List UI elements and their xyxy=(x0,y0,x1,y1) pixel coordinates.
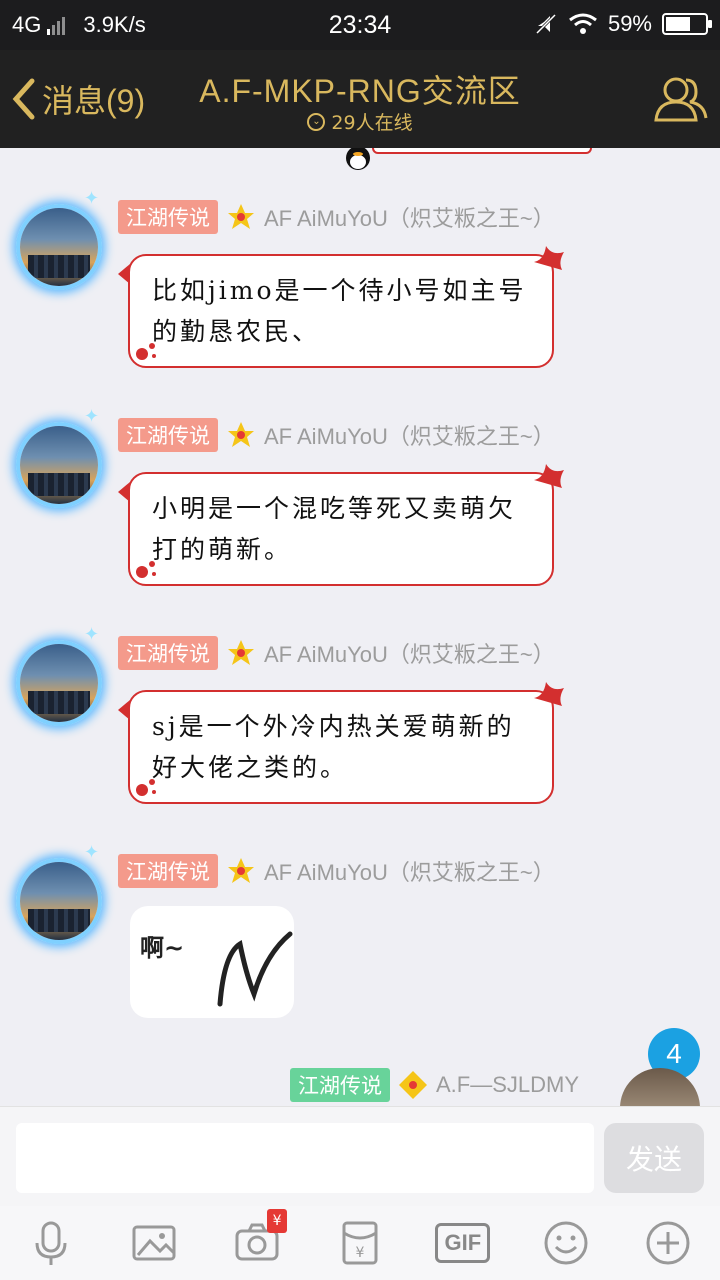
avatar[interactable] xyxy=(16,858,102,944)
avatar[interactable] xyxy=(16,204,102,290)
online-count[interactable]: ⌄ 29人在线 xyxy=(0,108,720,135)
star-icon xyxy=(228,204,254,229)
red-packet-button[interactable]: ¥ xyxy=(334,1217,386,1269)
sender-name[interactable]: AF AiMuYoU（炽艾粄之王~） xyxy=(264,419,555,451)
red-packet-icon: ¥ xyxy=(342,1221,378,1265)
message-text: 小明是一个混吃等死又卖萌欠打的萌新。 xyxy=(152,494,517,564)
self-sender-meta: 江湖传说 A.F—SJLDMY xyxy=(290,1068,579,1102)
sender-name[interactable]: AF AiMuYoU（炽艾粄之王~） xyxy=(264,201,555,233)
image-icon xyxy=(132,1225,176,1261)
status-bar: 4G 3.9K/s 23:34 59% xyxy=(0,0,720,50)
message-bubble[interactable]: 比如jimo是一个待小号如主号的勤恳农民、 xyxy=(118,246,564,368)
star-icon xyxy=(228,422,254,447)
group-title[interactable]: A.F-MKP-RNG交流区 xyxy=(0,66,720,112)
sparkle-icon: ✦ xyxy=(84,624,100,645)
penguin-icon xyxy=(346,148,370,170)
diamond-icon xyxy=(399,1071,427,1099)
flame-icon xyxy=(534,246,564,270)
avatar[interactable] xyxy=(16,640,102,726)
camera-button[interactable]: ¥ xyxy=(231,1209,288,1269)
title-badge: 江湖传说 xyxy=(118,418,218,452)
sender-meta: 江湖传说 AF AiMuYoU（炽艾粄之王~） xyxy=(118,418,555,452)
splash-icon xyxy=(136,779,156,796)
title-badge: 江湖传说 xyxy=(118,636,218,670)
sender-name[interactable]: AF AiMuYoU（炽艾粄之王~） xyxy=(264,637,555,669)
input-toolbar: ¥ ¥ GIF xyxy=(0,1206,720,1280)
mic-icon xyxy=(35,1221,67,1265)
emoji-button[interactable] xyxy=(540,1217,592,1269)
chat-header: 消息(9) A.F-MKP-RNG交流区 ⌄ 29人在线 xyxy=(0,50,720,148)
sticker-image xyxy=(217,931,293,1007)
title-badge: 江湖传说 xyxy=(118,854,218,888)
self-sender-name[interactable]: A.F—SJLDMY xyxy=(436,1072,579,1098)
sender-meta: 江湖传说 AF AiMuYoU（炽艾粄之王~） xyxy=(118,636,555,670)
group-members-icon[interactable] xyxy=(650,68,710,128)
emoji-icon xyxy=(544,1221,588,1265)
photo-button[interactable] xyxy=(128,1217,180,1269)
message-list[interactable]: ✦ 江湖传说 AF AiMuYoU（炽艾粄之王~） 比如jimo是一个待小号如主… xyxy=(0,148,720,1106)
splash-icon xyxy=(136,343,156,360)
title-badge: 江湖传说 xyxy=(118,200,218,234)
gif-icon: GIF xyxy=(435,1223,491,1263)
status-right: 59% xyxy=(534,11,712,37)
mute-icon xyxy=(535,13,557,35)
battery-percent: 59% xyxy=(607,11,652,36)
splash-icon xyxy=(136,561,156,578)
title-badge: 江湖传说 xyxy=(290,1068,390,1102)
gif-button[interactable]: GIF xyxy=(435,1217,491,1269)
star-icon xyxy=(228,640,254,665)
svg-text:¥: ¥ xyxy=(355,1245,364,1261)
chevron-down-icon: ⌄ xyxy=(307,112,326,131)
previous-bubble-edge xyxy=(372,148,592,154)
flame-icon xyxy=(534,682,564,706)
flame-icon xyxy=(534,464,564,488)
plus-icon xyxy=(646,1221,690,1265)
sender-name[interactable]: AF AiMuYoU（炽艾粄之王~） xyxy=(264,855,555,887)
input-bar: 发送 xyxy=(0,1106,720,1206)
message-bubble[interactable]: 小明是一个混吃等死又卖萌欠打的萌新。 xyxy=(118,464,564,586)
star-icon xyxy=(228,858,254,883)
avatar[interactable] xyxy=(16,422,102,508)
sparkle-icon: ✦ xyxy=(84,188,100,209)
message-bubble[interactable]: sj是一个外冷内热关爱萌新的好大佬之类的。 xyxy=(118,682,564,804)
sender-meta: 江湖传说 AF AiMuYoU（炽艾粄之王~） xyxy=(118,854,555,888)
battery-icon xyxy=(662,13,712,35)
more-button[interactable] xyxy=(642,1217,694,1269)
yen-badge: ¥ xyxy=(267,1209,288,1233)
sender-meta: 江湖传说 AF AiMuYoU（炽艾粄之王~） xyxy=(118,200,555,234)
wifi-icon xyxy=(569,13,597,34)
image-caption: 啊~ xyxy=(140,934,185,962)
online-label: 29人在线 xyxy=(331,112,413,134)
image-message[interactable]: 啊~ xyxy=(130,906,294,1018)
message-text: 比如jimo是一个待小号如主号的勤恳农民、 xyxy=(152,276,527,346)
message-input[interactable] xyxy=(16,1123,594,1193)
sparkle-icon: ✦ xyxy=(84,406,100,427)
message-text: sj是一个外冷内热关爱萌新的好大佬之类的。 xyxy=(152,712,515,782)
voice-button[interactable] xyxy=(25,1217,77,1269)
send-button[interactable]: 发送 xyxy=(604,1123,704,1193)
sparkle-icon: ✦ xyxy=(84,842,100,863)
